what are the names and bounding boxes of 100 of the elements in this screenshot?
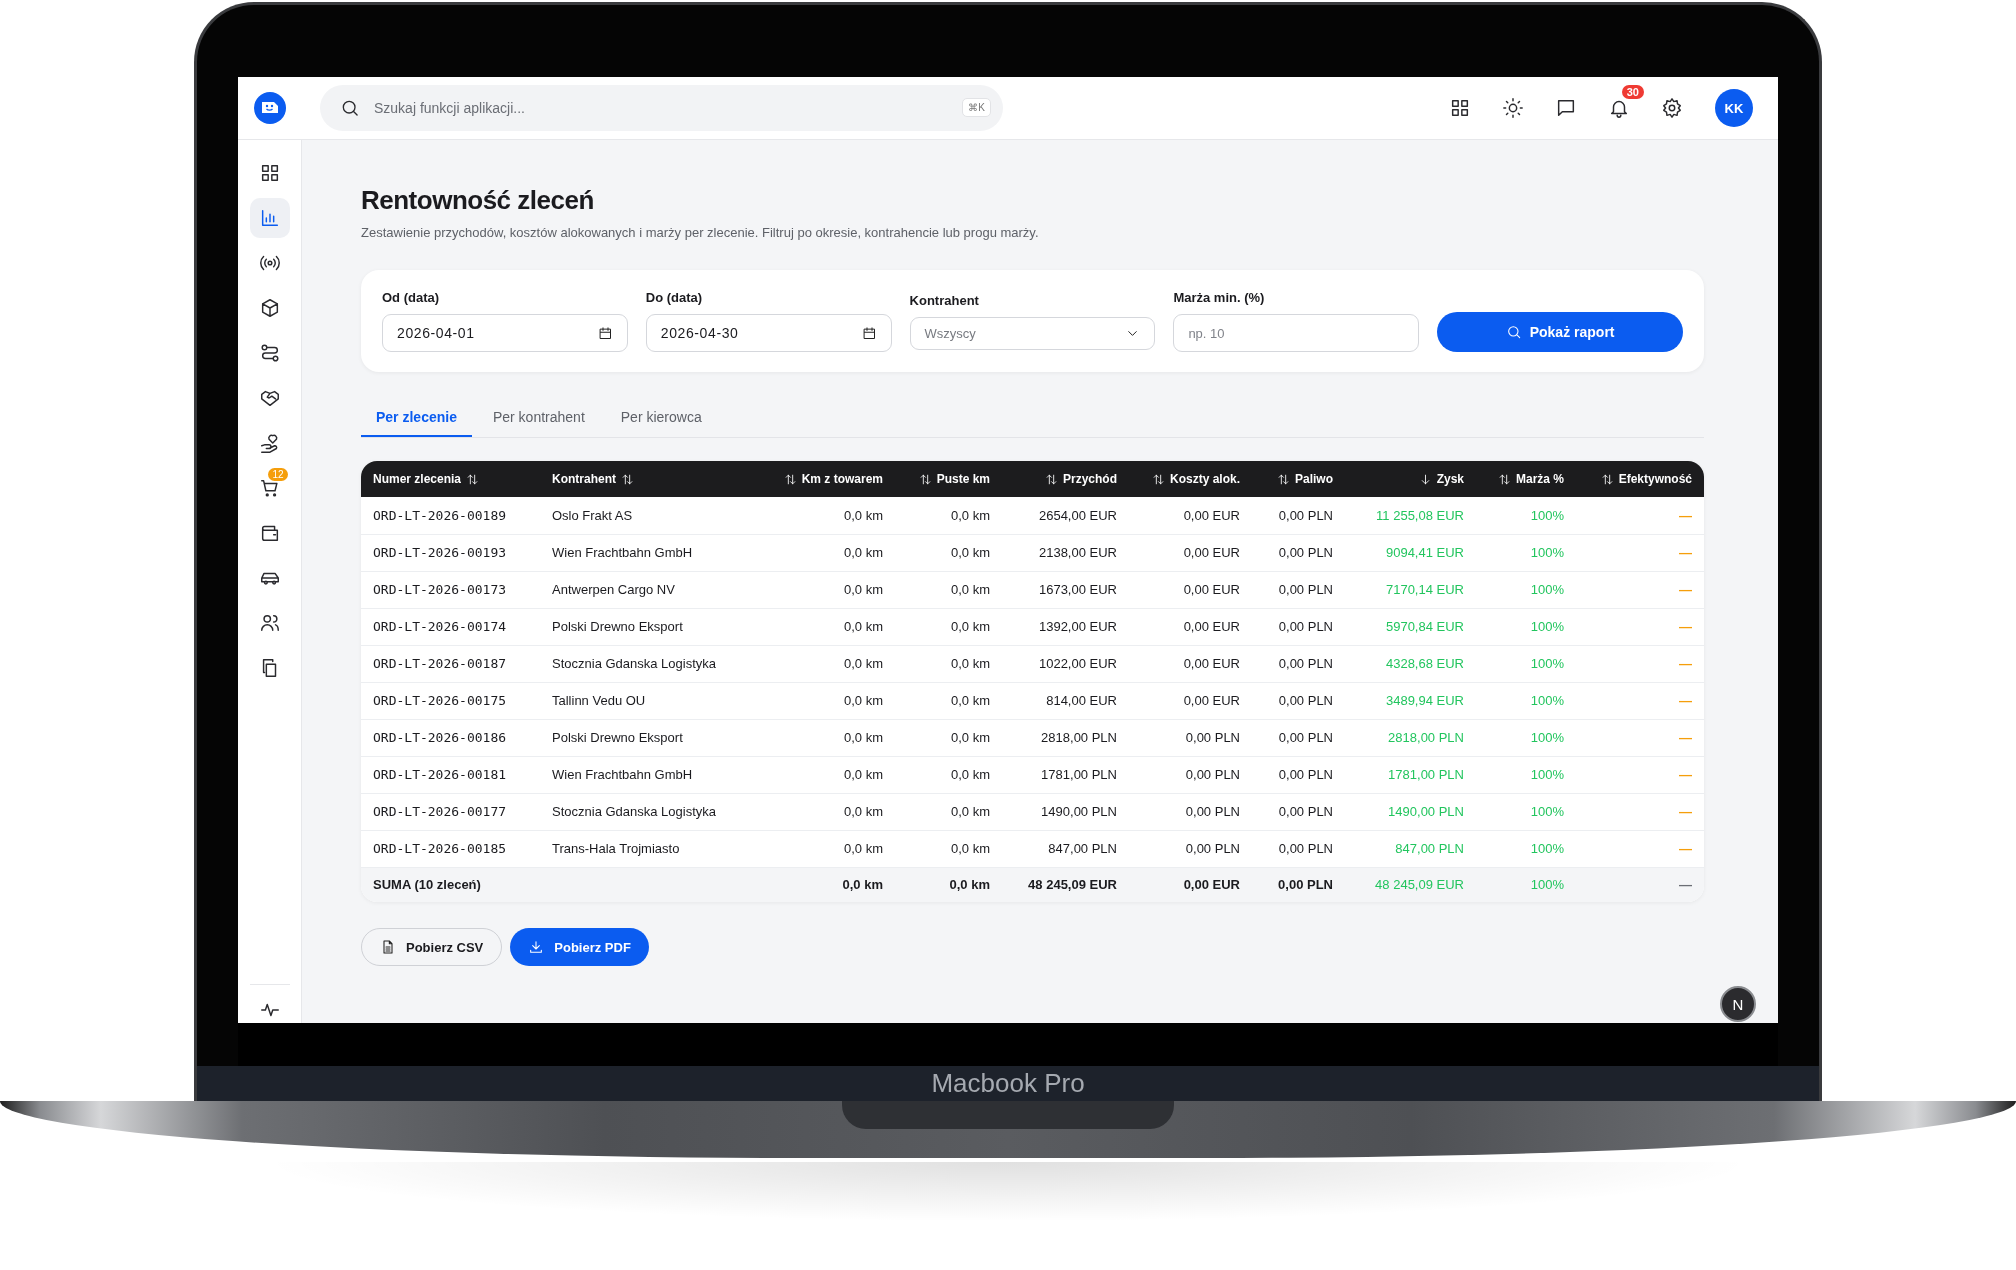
table-cell: 1392,00 EUR bbox=[1002, 608, 1129, 645]
sort-icon[interactable] bbox=[1600, 472, 1614, 486]
table-cell: 0,0 km bbox=[895, 534, 1002, 571]
table-cell: — bbox=[1576, 756, 1704, 793]
search-icon bbox=[340, 98, 360, 118]
table-cell: ORD-LT-2026-00173 bbox=[361, 571, 540, 608]
show-report-button[interactable]: Pokaż raport bbox=[1437, 312, 1683, 352]
cart-icon bbox=[258, 477, 281, 499]
table-cell: 0,0 km bbox=[895, 497, 1002, 534]
sort-icon[interactable] bbox=[1045, 472, 1058, 486]
sort-icon[interactable] bbox=[1497, 472, 1511, 486]
column-header[interactable]: Kontrahent bbox=[552, 472, 616, 486]
table-cell: Wien Frachtbahn GmbH bbox=[540, 756, 780, 793]
download-pdf-button[interactable]: Pobierz PDF bbox=[510, 928, 649, 966]
tab[interactable]: Per kierowca bbox=[605, 398, 717, 437]
table-cell: 0,0 km bbox=[780, 756, 895, 793]
table-cell: — bbox=[1576, 497, 1704, 534]
table-cell: Oslo Frakt AS bbox=[540, 497, 780, 534]
table-cell: 0,00 PLN bbox=[1129, 830, 1252, 867]
column-header[interactable]: Km z towarem bbox=[801, 472, 883, 486]
table-cell: 0,00 PLN bbox=[1252, 719, 1345, 756]
table-cell: Antwerpen Cargo NV bbox=[540, 571, 780, 608]
column-header[interactable]: Puste km bbox=[936, 472, 990, 486]
table-cell: 814,00 EUR bbox=[1002, 682, 1129, 719]
table-cell: ORD-LT-2026-00189 bbox=[361, 497, 540, 534]
table-cell: 0,0 km bbox=[895, 793, 1002, 830]
table-cell: 0,0 km bbox=[895, 682, 1002, 719]
table-cell: 1781,00 PLN bbox=[1345, 756, 1476, 793]
table-cell: 100% bbox=[1476, 608, 1576, 645]
column-header[interactable]: Zysk bbox=[1436, 472, 1464, 486]
field-label: Od (data) bbox=[382, 290, 441, 306]
column-header[interactable]: Numer zlecenia bbox=[373, 472, 462, 486]
input-field[interactable]: np. 10 bbox=[1173, 314, 1420, 352]
count-badge: 12 bbox=[268, 468, 288, 481]
table-cell: — bbox=[1576, 608, 1704, 645]
table-cell: — bbox=[1576, 719, 1704, 756]
table-cell: 0,0 km bbox=[780, 645, 895, 682]
table-cell: 2138,00 EUR bbox=[1002, 534, 1129, 571]
sort-icon[interactable] bbox=[918, 472, 932, 486]
column-header[interactable]: Efektywność bbox=[1618, 472, 1692, 486]
table-cell: — bbox=[1576, 830, 1704, 867]
table-cell: 4328,68 EUR bbox=[1345, 645, 1476, 682]
column-header[interactable]: Koszty alok. bbox=[1169, 472, 1240, 486]
table-cell: 0,00 PLN bbox=[1252, 682, 1345, 719]
sort-icon[interactable] bbox=[466, 472, 480, 486]
column-header[interactable]: Przychód bbox=[1063, 472, 1117, 486]
table-cell: 1781,00 PLN bbox=[1002, 756, 1129, 793]
sort-icon[interactable] bbox=[1277, 472, 1290, 486]
table-cell: 1673,00 EUR bbox=[1002, 571, 1129, 608]
table-cell: — bbox=[1576, 534, 1704, 571]
floating-button[interactable]: N bbox=[1720, 986, 1756, 1022]
table-cell: 100% bbox=[1476, 756, 1576, 793]
table-cell: 0,00 PLN bbox=[1252, 867, 1345, 902]
table-cell: 1490,00 PLN bbox=[1345, 793, 1476, 830]
table-cell: 0,00 PLN bbox=[1252, 645, 1345, 682]
table-cell: Polski Drewno Eksport bbox=[540, 719, 780, 756]
sort-icon[interactable] bbox=[621, 472, 634, 486]
table-cell: 0,00 PLN bbox=[1252, 571, 1345, 608]
table-cell: 11 255,08 EUR bbox=[1345, 497, 1476, 534]
search-icon bbox=[1505, 324, 1522, 340]
table-cell: 1022,00 EUR bbox=[1002, 645, 1129, 682]
field-label: Marża min. (%) bbox=[1173, 290, 1266, 306]
column-header[interactable]: Marża % bbox=[1515, 472, 1564, 486]
table-cell: 0,00 EUR bbox=[1129, 645, 1252, 682]
user-avatar[interactable]: KK bbox=[1715, 89, 1753, 127]
table-cell: 0,00 EUR bbox=[1129, 571, 1252, 608]
column-header[interactable]: Paliwo bbox=[1295, 472, 1333, 486]
table-cell: 7170,14 EUR bbox=[1345, 571, 1476, 608]
table-cell: 9094,41 EUR bbox=[1345, 534, 1476, 571]
table-cell: 0,00 PLN bbox=[1252, 534, 1345, 571]
table-cell: 0,0 km bbox=[895, 571, 1002, 608]
device-label: Macbook Pro bbox=[931, 1068, 1085, 1099]
table-cell: — bbox=[1576, 645, 1704, 682]
table-cell: 48 245,09 EUR bbox=[1002, 867, 1129, 902]
sort-icon[interactable] bbox=[1151, 472, 1165, 486]
table-cell: 100% bbox=[1476, 830, 1576, 867]
sun-icon bbox=[1501, 97, 1524, 119]
table-cell: Wien Frachtbahn GmbH bbox=[540, 534, 780, 571]
table-cell: 0,00 EUR bbox=[1129, 534, 1252, 571]
page-title: Rentowność zleceń bbox=[361, 184, 595, 216]
table-cell: 0,00 EUR bbox=[1129, 608, 1252, 645]
date-field[interactable]: 2026-04-30 bbox=[645, 314, 892, 352]
tab[interactable]: Per kontrahent bbox=[477, 398, 600, 437]
table-cell: 100% bbox=[1476, 793, 1576, 830]
table-cell: 2818,00 PLN bbox=[1002, 719, 1129, 756]
table-cell: 2818,00 PLN bbox=[1345, 719, 1476, 756]
sort-icon[interactable] bbox=[783, 472, 797, 486]
table-cell: 0,0 km bbox=[895, 608, 1002, 645]
table-cell: 0,0 km bbox=[895, 756, 1002, 793]
table-cell: 0,00 EUR bbox=[1129, 867, 1252, 902]
table-cell: 2654,00 EUR bbox=[1002, 497, 1129, 534]
tab[interactable]: Per zlecenie bbox=[361, 398, 472, 437]
table-cell: 3489,94 EUR bbox=[1345, 682, 1476, 719]
date-field[interactable]: 2026-04-01 bbox=[382, 314, 628, 352]
table-cell: ORD-LT-2026-00177 bbox=[361, 793, 540, 830]
table-cell: 0,00 EUR bbox=[1129, 497, 1252, 534]
table-cell: 0,00 EUR bbox=[1129, 682, 1252, 719]
select-field[interactable]: Wszyscy bbox=[909, 317, 1156, 350]
table-cell: 0,0 km bbox=[780, 682, 895, 719]
table-cell: 0,00 PLN bbox=[1252, 830, 1345, 867]
